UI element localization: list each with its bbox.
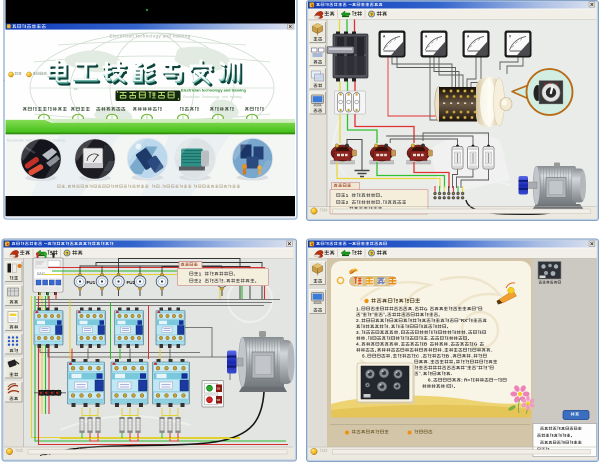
svg-text:Electrician Technology and: Electrician Technology and training (183, 95, 242, 99)
svg-text:?: ? (370, 12, 373, 17)
svg-text:2: 2 (356, 318, 359, 323)
svg-text:?: ? (370, 251, 373, 256)
svg-text:SB: SB (217, 398, 221, 402)
svg-text:Electrician technology and tra: Electrician technology and training (110, 34, 191, 39)
svg-text:FU1: FU1 (87, 280, 96, 285)
svg-text:G: G (474, 342, 478, 347)
svg-text:3: 3 (356, 330, 359, 335)
svg-text:B: B (446, 354, 450, 359)
svg-text:6: 6 (428, 378, 431, 383)
svg-text:1: 1 (346, 193, 349, 199)
svg-text:SB: SB (217, 387, 221, 391)
svg-text:1: 1 (356, 306, 359, 311)
svg-text:G: G (424, 306, 428, 311)
svg-text:2: 2 (346, 200, 349, 206)
svg-text:Electrician technology and tra: Electrician technology and training (181, 88, 246, 93)
svg-text:DZ47: DZ47 (37, 272, 45, 276)
svg-text:?: ? (66, 251, 69, 256)
svg-text:2: 2 (199, 278, 202, 284)
svg-text:4: 4 (356, 342, 359, 347)
svg-text:cc: cc (74, 87, 78, 91)
svg-text:1: 1 (199, 271, 202, 277)
svg-text:.: . (451, 371, 452, 376)
svg-text:: R=: : R= (461, 378, 470, 383)
svg-text:FU2: FU2 (127, 280, 136, 285)
svg-text:5: 5 (362, 354, 365, 359)
